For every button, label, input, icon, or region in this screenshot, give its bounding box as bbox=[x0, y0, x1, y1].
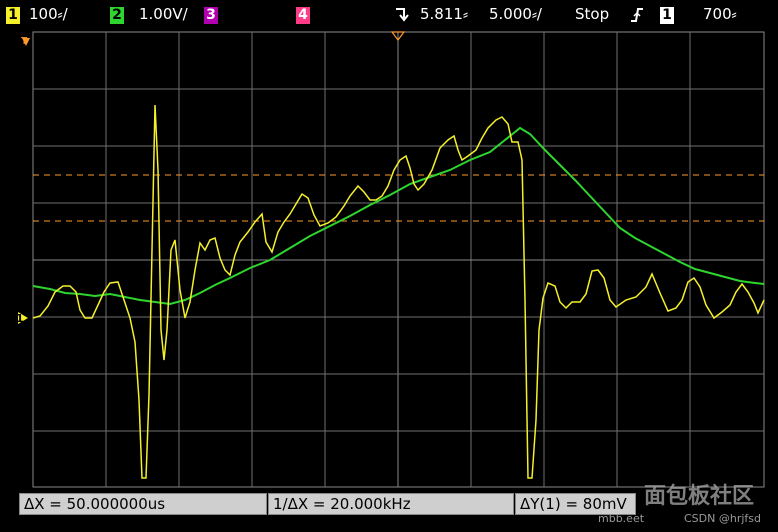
trigger-level[interactable]: 700⸗ bbox=[703, 5, 737, 23]
svg-text:1: 1 bbox=[16, 312, 24, 325]
ch2-scale[interactable]: 1.00V/ bbox=[139, 5, 188, 23]
svg-text:T: T bbox=[20, 36, 28, 47]
rising-edge-icon bbox=[630, 6, 644, 28]
ch1-scale[interactable]: 100⸗/ bbox=[29, 5, 68, 23]
ch3-number-badge: 3 bbox=[204, 7, 218, 24]
ch4-indicator[interactable]: 4 bbox=[296, 5, 310, 24]
ch3-indicator[interactable]: 3 bbox=[204, 5, 218, 24]
waveform-display[interactable]: 1 T bbox=[0, 30, 778, 489]
ch1-ground-marker[interactable]: 1 bbox=[16, 312, 28, 325]
trigger-level-marker[interactable]: T bbox=[20, 36, 30, 47]
watermark-url: mbb.eet bbox=[598, 512, 645, 525]
graticule-grid bbox=[32, 31, 765, 488]
timebase-scale[interactable]: 5.000⸗/ bbox=[489, 5, 542, 23]
run-state[interactable]: Stop bbox=[575, 5, 609, 23]
ch2-number-badge: 2 bbox=[110, 7, 124, 24]
ch4-number-badge: 4 bbox=[296, 7, 310, 24]
watermark-logo-text: 面包板社区 bbox=[644, 484, 755, 509]
trigger-channel[interactable]: 1 bbox=[660, 5, 674, 24]
inverse-delta-x-readout: 1/ΔX = 20.000kHz bbox=[268, 493, 514, 515]
timebase-position[interactable]: 5.811⸗ bbox=[420, 5, 468, 23]
watermark-author: CSDN @hrjfsd bbox=[684, 512, 761, 525]
delta-x-readout: ΔX = 50.000000us bbox=[19, 493, 267, 515]
status-bar: 1 100⸗/ 2 1.00V/ 3 4 5.811⸗ 5.000⸗/ Stop… bbox=[0, 0, 778, 30]
ch1-indicator[interactable]: 1 bbox=[6, 5, 20, 24]
trigger-arrow-icon bbox=[394, 4, 410, 28]
ch1-number-badge: 1 bbox=[6, 7, 20, 24]
ch2-indicator[interactable]: 2 bbox=[110, 5, 124, 24]
trigger-channel-badge: 1 bbox=[660, 7, 674, 24]
